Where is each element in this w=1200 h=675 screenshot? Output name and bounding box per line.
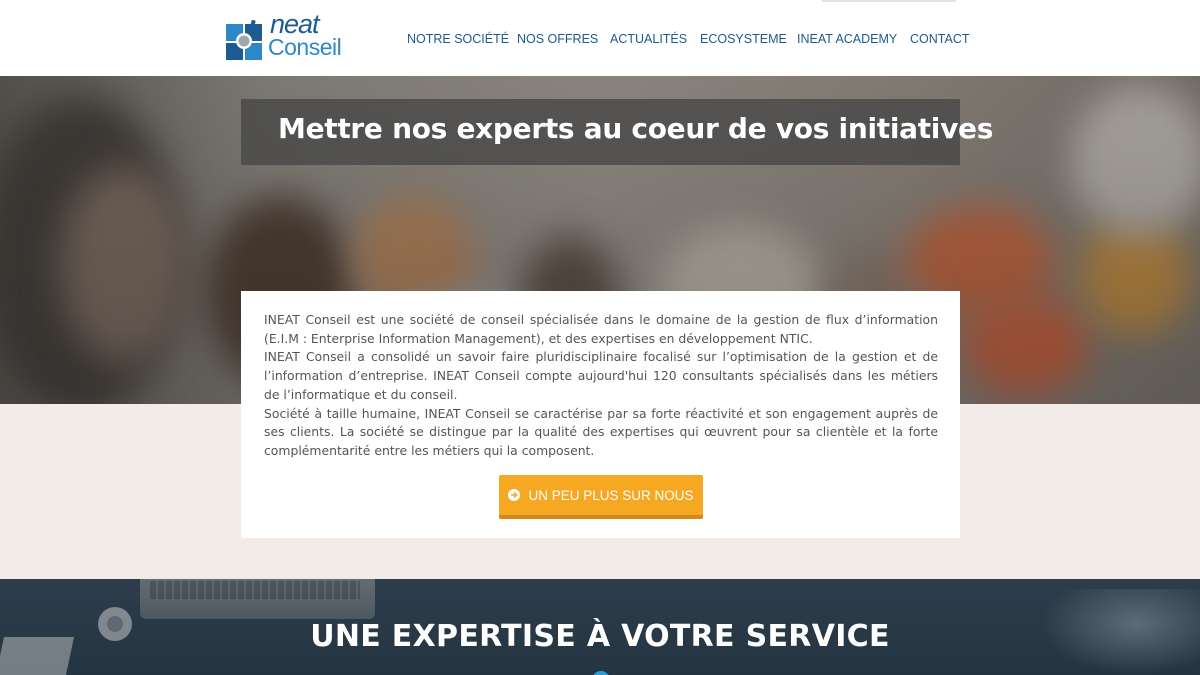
nav-item-actualites[interactable]: ACTUALITÉS — [610, 32, 687, 46]
nav-item-ecosysteme[interactable]: ECOSYSTEME — [700, 32, 787, 46]
expertise-section: UNE EXPERTISE À VOTRE SERVICE — [0, 579, 1200, 675]
learn-more-button[interactable]: UN PEU PLUS SUR NOUS — [499, 475, 703, 519]
intro-paragraph: INEAT Conseil a consolidé un savoir fair… — [264, 349, 938, 402]
hero-title-box: Mettre nos experts au coeur de vos initi… — [241, 99, 993, 165]
intro-paragraph: Société à taille humaine, INEAT Conseil … — [264, 405, 938, 458]
expertise-title: UNE EXPERTISE À VOTRE SERVICE — [310, 619, 890, 654]
nav-item-notre-societe[interactable]: NOTRE SOCIÉTÉ — [407, 32, 509, 46]
nav-item-contact[interactable]: CONTACT — [910, 32, 970, 46]
header-top-divider — [822, 0, 956, 2]
main-navigation: NOTRE SOCIÉTÉ NOS OFFRES ACTUALITÉS ECOS… — [0, 32, 1200, 48]
nav-item-ineat-academy[interactable]: INEAT ACADEMY — [797, 32, 897, 46]
intro-paragraph: INEAT Conseil est une société de conseil… — [264, 312, 938, 346]
nav-item-nos-offres[interactable]: NOS OFFRES — [517, 32, 598, 46]
arrow-circle-right-icon — [508, 489, 521, 501]
expertise-circle-icon — [592, 671, 610, 675]
learn-more-label: UN PEU PLUS SUR NOUS — [528, 487, 694, 503]
intro-card: INEAT Conseil est une société de conseil… — [241, 291, 960, 538]
hero-title: Mettre nos experts au coeur de vos initi… — [278, 112, 994, 145]
site-header: neat Conseil NOTRE SOCIÉTÉ NOS OFFRES AC… — [0, 0, 1200, 76]
intro-text: INEAT Conseil est une société de conseil… — [264, 311, 938, 461]
keyboard-background-image — [150, 581, 360, 599]
